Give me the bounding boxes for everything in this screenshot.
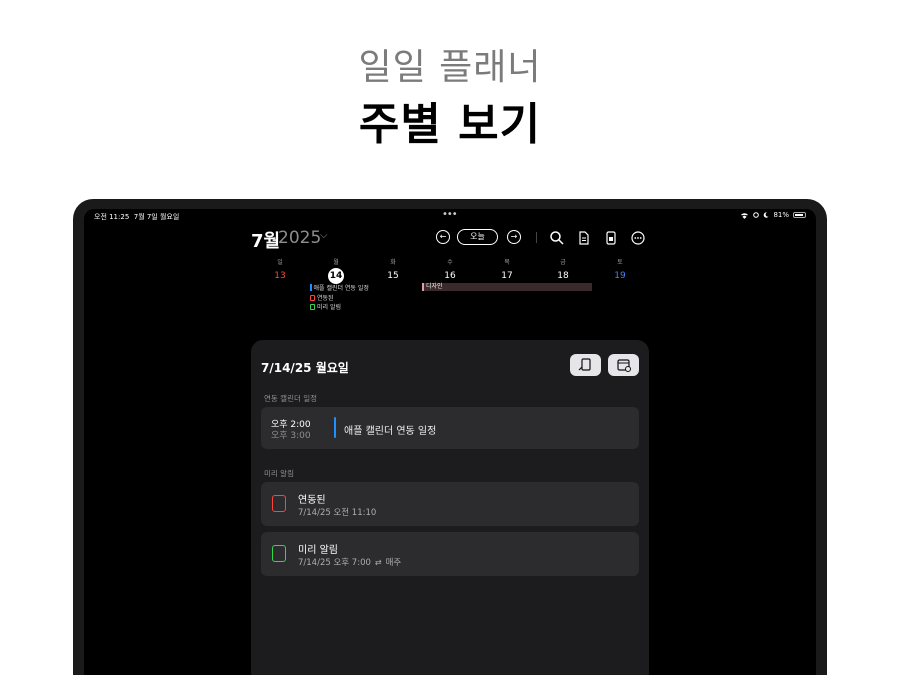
day-detail-panel: 7/14/25 월요일 연동 캘린더 일정 오후 2:00 오후 3:00 애플… — [251, 340, 649, 675]
status-time: 오전 11:25 7월 7일 월요일 — [94, 213, 180, 221]
day-number-today[interactable]: 14 — [321, 271, 351, 281]
widget-icon[interactable] — [603, 230, 619, 246]
weekday-label: 토 — [617, 259, 623, 266]
weekday-label: 금 — [560, 259, 566, 266]
location-icon — [753, 212, 760, 218]
reminder-title: 연동된 — [298, 495, 326, 506]
calendar-add-icon — [617, 359, 631, 372]
reminder-datetime: 7/14/25 오전 11:10 — [298, 508, 377, 518]
repeat-icon: ⇄ — [374, 557, 382, 567]
calendar-color-bar — [334, 417, 336, 438]
week-event-design[interactable]: 디자인 — [422, 283, 592, 291]
reminder-checkbox-icon — [310, 294, 315, 301]
multitask-dots[interactable]: ••• — [442, 209, 458, 220]
day-number[interactable]: 13 — [265, 271, 295, 281]
hero-title: 주별 보기 — [358, 99, 542, 150]
more-icon[interactable] — [630, 230, 646, 246]
weekday-label: 월 — [333, 259, 339, 266]
day-number[interactable]: 16 — [435, 271, 465, 281]
day-number[interactable]: 15 — [378, 271, 408, 281]
next-icon[interactable]: → — [507, 230, 521, 244]
week-event-calendar[interactable]: 애플 캘린더 연동 일정 — [310, 283, 369, 292]
search-icon[interactable] — [549, 230, 565, 246]
day-number[interactable]: 18 — [548, 271, 578, 281]
status-bar: 오전 11:25 7월 7일 월요일 ••• 81% — [84, 209, 816, 223]
reminder-card[interactable]: 미리 알림 7/14/25 오후 7:00 ⇄ 매주 — [261, 532, 639, 576]
calendar-marker — [310, 284, 312, 291]
month-label[interactable]: 7월 — [251, 227, 280, 253]
ipad-screen: 오전 11:25 7월 7일 월요일 ••• 81% 7월 2025 ⌵ ← 오… — [84, 209, 816, 675]
add-event-button[interactable] — [608, 354, 639, 376]
document-icon[interactable] — [576, 230, 592, 246]
ipad-frame: 오전 11:25 7월 7일 월요일 ••• 81% 7월 2025 ⌵ ← 오… — [73, 199, 827, 675]
weekday-label: 일 — [277, 259, 283, 266]
reminder-section-label: 미리 알림 — [264, 469, 294, 478]
toolbar-divider — [536, 232, 537, 243]
week-reminder[interactable]: 연동된 — [310, 293, 334, 302]
panel-date: 7/14/25 월요일 — [261, 361, 349, 375]
prev-icon[interactable]: ← — [436, 230, 450, 244]
day-number[interactable]: 19 — [605, 271, 635, 281]
battery-percent: 81% — [773, 211, 789, 219]
reminder-datetime: 7/14/25 오후 7:00 ⇄ 매주 — [298, 557, 402, 569]
toolbar: 7월 2025 ⌵ ← 오늘 → — [84, 226, 816, 253]
weekday-label: 목 — [504, 259, 510, 266]
day-number[interactable]: 17 — [492, 271, 522, 281]
year-label[interactable]: 2025 — [278, 228, 321, 248]
repeat-label: 매주 — [385, 558, 402, 568]
wifi-icon — [741, 212, 749, 219]
moon-icon — [764, 212, 769, 218]
device-link-icon — [578, 358, 591, 371]
calendar-section-label: 연동 캘린더 일정 — [264, 394, 318, 403]
weekday-label: 화 — [390, 259, 396, 266]
reminder-card[interactable]: 연동된 7/14/25 오전 11:10 — [261, 482, 639, 526]
reminder-checkbox[interactable] — [272, 545, 286, 562]
reminder-checkbox-icon — [310, 303, 315, 310]
chevron-down-icon[interactable]: ⌵ — [320, 230, 328, 241]
calendar-event-card[interactable]: 오후 2:00 오후 3:00 애플 캘린더 연동 일정 — [261, 407, 639, 449]
hero-subtitle: 일일 플래너 — [358, 47, 542, 88]
reminder-title: 미리 알림 — [298, 545, 338, 556]
battery-icon — [793, 212, 806, 218]
link-device-button[interactable] — [570, 354, 601, 376]
reminder-checkbox[interactable] — [272, 495, 286, 512]
week-reminder[interactable]: 미리 알림 — [310, 302, 341, 311]
status-indicators: 81% — [740, 211, 806, 219]
weekday-label: 수 — [447, 259, 453, 266]
today-button[interactable]: 오늘 — [457, 229, 498, 245]
event-end-time: 오후 3:00 — [271, 431, 311, 441]
event-title: 애플 캘린더 연동 일정 — [344, 426, 437, 437]
